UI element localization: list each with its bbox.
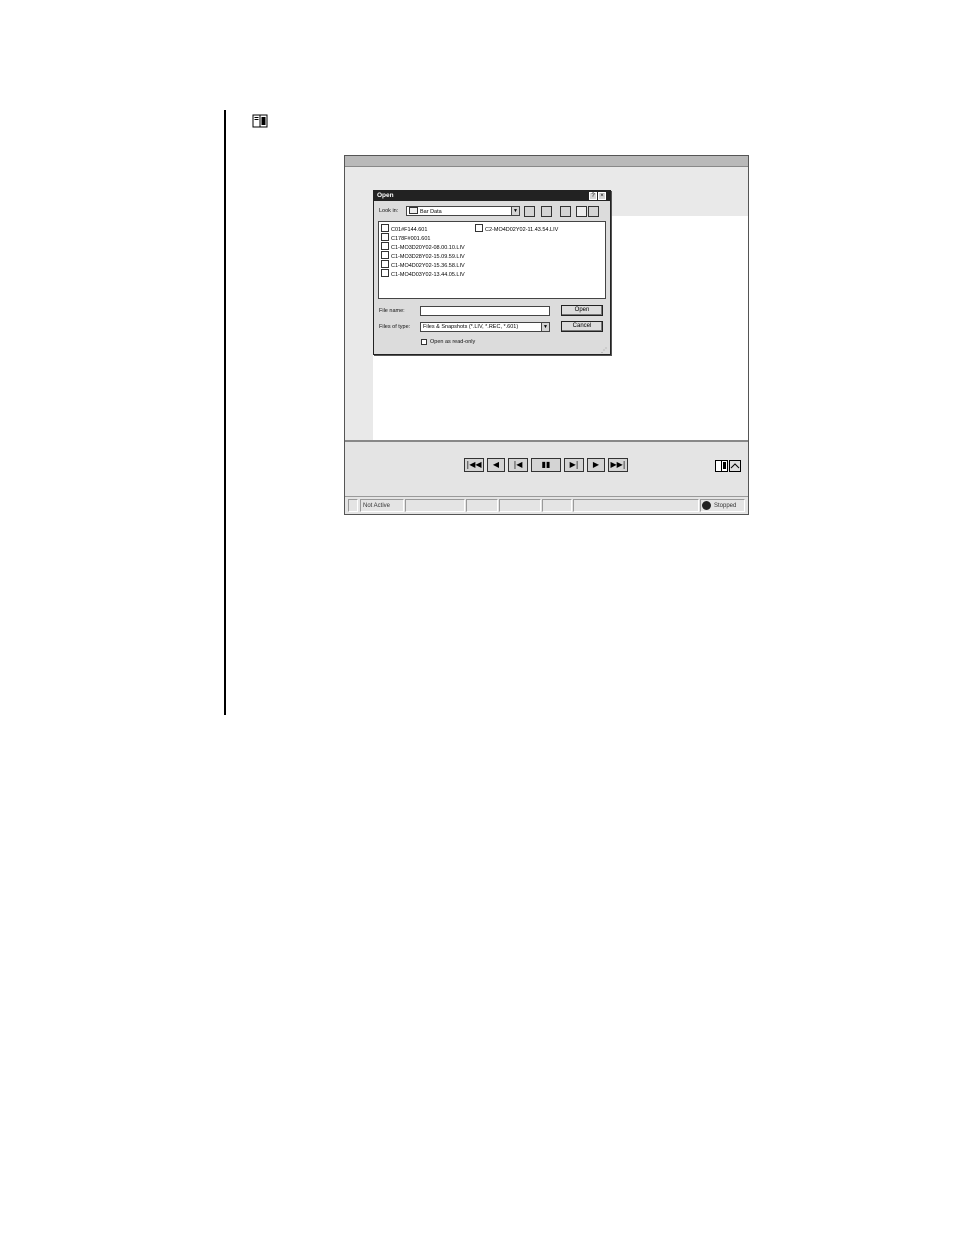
status-state: Not Active [360,499,404,512]
look-in-label: Look in: [379,208,399,214]
open-button[interactable]: Open [561,305,603,316]
look-in-value: Bar Data [420,209,442,215]
open-dialog: Open ? × Look in: Bar Data ▼ C01#F144.60… [373,190,611,355]
pause-button[interactable]: ▮▮ [531,458,561,472]
status-bar: Not Active Stopped [345,496,748,514]
playback-panel: |◀◀ ◀ |◀ ▮▮ ▶| ▶ ▶▶| [345,440,748,497]
file-icon [381,260,389,268]
up-folder-icon[interactable] [524,206,535,217]
files-of-type-dropdown[interactable]: Files & Snapshots (*.LIV, *.REC, *.601) … [420,322,550,332]
files-of-type-label: Files of type: [379,324,411,330]
list-view-icon[interactable] [576,206,587,217]
margin-rule [224,110,226,715]
status-cell [466,499,498,512]
file-icon [381,233,389,241]
readonly-label: Open as read-only [430,339,476,345]
readonly-checkbox[interactable] [421,339,427,345]
file-icon [381,224,389,232]
last-button[interactable]: ▶▶| [608,458,628,472]
status-cell [573,499,699,512]
status-playback: Stopped [700,499,745,512]
close-button[interactable]: × [598,192,606,200]
file-icon [475,224,483,232]
look-in-dropdown[interactable]: Bar Data ▼ [406,206,520,216]
stop-icon [702,501,711,510]
first-button[interactable]: |◀◀ [464,458,484,472]
app-left-pane [345,167,373,440]
status-cell [542,499,572,512]
status-indicator-icon [348,499,358,512]
status-cell [405,499,465,512]
help-button[interactable]: ? [589,192,597,200]
app-window: Open ? × Look in: Bar Data ▼ C01#F144.60… [344,155,749,515]
export-icon[interactable] [729,459,741,472]
dialog-title: Open [377,192,394,199]
list-item[interactable]: C2-MO4D02Y02-11.43.54.LIV [475,224,558,234]
folder-icon [409,207,418,214]
file-icon [381,242,389,250]
book-icon [252,114,268,128]
cancel-button[interactable]: Cancel [561,321,603,332]
app-titlebar [345,156,748,167]
resize-grip-icon[interactable]: ⋰ [601,347,607,354]
file-name-label: File name: [379,308,405,314]
list-item[interactable]: C1-MO4D03Y02-13.44.05.LIV [381,269,465,279]
file-icon [381,251,389,259]
new-folder-icon[interactable] [541,206,552,217]
files-of-type-value: Files & Snapshots (*.LIV, *.REC, *.601) [423,324,519,330]
chevron-down-icon[interactable]: ▼ [511,207,519,215]
desktop-icon[interactable] [560,206,571,217]
chevron-down-icon[interactable]: ▼ [541,323,549,331]
next-button[interactable]: ▶ [587,458,605,472]
file-list[interactable]: C01#F144.601 C2-MO4D02Y02-11.43.54.LIV C… [378,221,606,299]
file-icon [381,269,389,277]
details-view-icon[interactable] [588,206,599,217]
status-cell [499,499,541,512]
step-back-button[interactable]: |◀ [508,458,528,472]
previous-button[interactable]: ◀ [487,458,505,472]
file-name-input[interactable] [420,306,550,316]
step-forward-button[interactable]: ▶| [564,458,584,472]
dialog-titlebar: Open [374,191,610,201]
book-icon[interactable] [715,459,728,472]
